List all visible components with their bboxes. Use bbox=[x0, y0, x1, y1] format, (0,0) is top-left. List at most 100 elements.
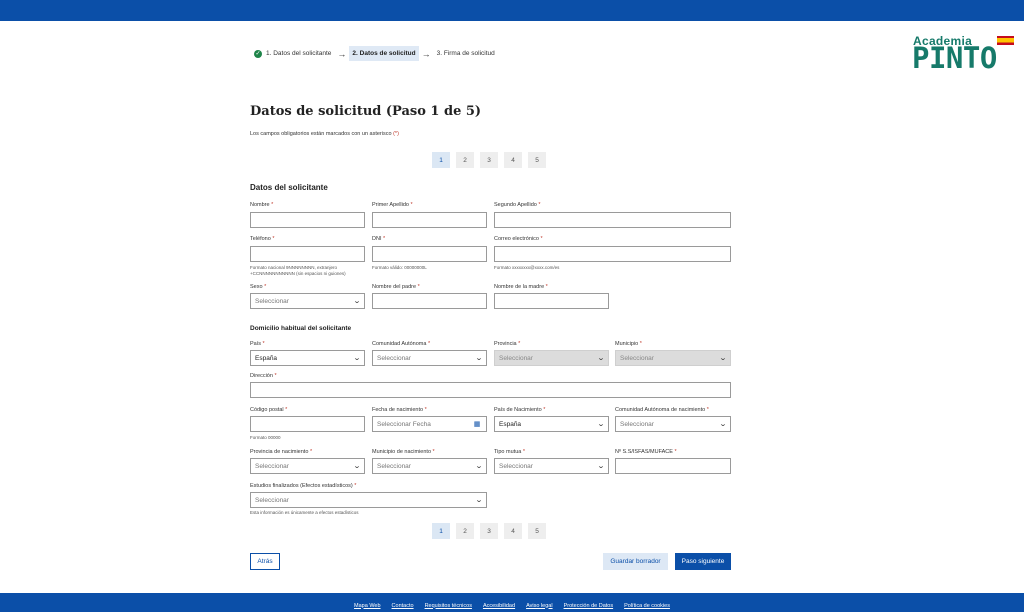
pais-nacimiento-select[interactable]: España ⌄ bbox=[494, 416, 609, 432]
chevron-down-icon: ⌄ bbox=[474, 355, 484, 362]
tipo-mutua-select[interactable]: Seleccionar ⌄ bbox=[494, 458, 609, 474]
municipio-nacimiento-label: Municipio de nacimiento * bbox=[372, 449, 435, 455]
pais-select-value: España bbox=[255, 354, 278, 362]
pager-page-1[interactable]: 1 bbox=[432, 152, 450, 168]
correo-input[interactable] bbox=[494, 246, 731, 262]
pager-page-2[interactable]: 2 bbox=[456, 152, 474, 168]
comunidad-select-value: Seleccionar bbox=[377, 354, 411, 362]
step-1[interactable]: ✓ 1. Datos del solicitante bbox=[251, 46, 334, 61]
ss-input[interactable] bbox=[615, 458, 731, 474]
footer-link-requisitos[interactable]: Requisitos técnicos bbox=[425, 603, 472, 609]
footer-link-cookies[interactable]: Política de cookies bbox=[624, 603, 670, 609]
segundo-apellido-label-text: Segundo Apellido bbox=[494, 202, 537, 208]
footer-link-proteccion-datos[interactable]: Protección de Datos bbox=[564, 603, 614, 609]
nombre-madre-input[interactable] bbox=[494, 293, 609, 309]
segundo-apellido-input[interactable] bbox=[494, 212, 731, 228]
primer-apellido-label: Primer Apellido * bbox=[372, 202, 413, 208]
pager-page-4[interactable]: 4 bbox=[504, 152, 522, 168]
pais-label: País * bbox=[250, 341, 265, 347]
provincia-select-value: Seleccionar bbox=[499, 354, 533, 362]
nombre-padre-input[interactable] bbox=[372, 293, 487, 309]
arrow-right-icon: → bbox=[421, 48, 431, 59]
comunidad-select[interactable]: Seleccionar ⌄ bbox=[372, 350, 487, 366]
sexo-select[interactable]: Seleccionar ⌄ bbox=[250, 293, 365, 309]
calendar-icon[interactable]: ▦ bbox=[472, 419, 482, 429]
required-mark: (*) bbox=[393, 131, 399, 137]
dni-input[interactable] bbox=[372, 246, 487, 262]
pager-page-3[interactable]: 3 bbox=[480, 523, 498, 539]
nombre-label: Nombre * bbox=[250, 202, 273, 208]
provincia-nacimiento-value: Seleccionar bbox=[255, 462, 289, 470]
top-bar bbox=[0, 0, 1024, 21]
ss-label: Nº S.S/ISFAS/MUFACE * bbox=[615, 449, 677, 455]
pais-nacimiento-label-text: País de Nacimiento bbox=[494, 407, 542, 413]
nombre-padre-label-text: Nombre del padre bbox=[372, 284, 417, 290]
codigo-postal-label-text: Código postal bbox=[250, 407, 284, 413]
required-asterisk: * bbox=[639, 341, 642, 347]
next-step-button[interactable]: Paso siguiente bbox=[675, 553, 731, 570]
chevron-down-icon: ⌄ bbox=[596, 355, 606, 362]
chevron-down-icon: ⌄ bbox=[352, 355, 362, 362]
footer-link-aviso-legal[interactable]: Aviso legal bbox=[526, 603, 553, 609]
section-title-applicant: Datos del solicitante bbox=[250, 183, 328, 192]
primer-apellido-input[interactable] bbox=[372, 212, 487, 228]
estudios-value: Seleccionar bbox=[255, 496, 289, 504]
provincia-nacimiento-select[interactable]: Seleccionar ⌄ bbox=[250, 458, 365, 474]
footer: Mapa Web Contacto Requisitos técnicos Ac… bbox=[0, 593, 1024, 612]
save-draft-button[interactable]: Guardar borrador bbox=[603, 553, 668, 570]
pager-page-5[interactable]: 5 bbox=[528, 523, 546, 539]
pager-page-3[interactable]: 3 bbox=[480, 152, 498, 168]
spain-flag-icon bbox=[997, 36, 1014, 45]
back-button[interactable]: Atrás bbox=[250, 553, 280, 570]
fecha-nacimiento-label: Fecha de nacimiento * bbox=[372, 407, 427, 413]
codigo-postal-help: Formato 00000 bbox=[250, 435, 281, 440]
direccion-label: Dirección * bbox=[250, 373, 277, 379]
footer-link-mapa-web[interactable]: Mapa Web bbox=[354, 603, 381, 609]
logo-text-pinto: PINTO bbox=[912, 41, 997, 75]
comunidad-label: Comunidad Autónoma * bbox=[372, 341, 430, 347]
section-title-domicilio: Domicilio habitual del solicitante bbox=[250, 325, 352, 332]
required-asterisk: * bbox=[264, 284, 267, 290]
telefono-input[interactable] bbox=[250, 246, 365, 262]
comunidad-nacimiento-value: Seleccionar bbox=[620, 420, 654, 428]
direccion-input[interactable] bbox=[250, 382, 731, 398]
provincia-label: Provincia * bbox=[494, 341, 520, 347]
step-3[interactable]: 3. Firma de solicitud bbox=[434, 46, 498, 61]
check-icon: ✓ bbox=[254, 49, 262, 58]
required-asterisk: * bbox=[271, 202, 274, 208]
footer-link-contacto[interactable]: Contacto bbox=[392, 603, 414, 609]
pager-page-1[interactable]: 1 bbox=[432, 523, 450, 539]
pais-nacimiento-value: España bbox=[499, 420, 522, 428]
municipio-label: Municipio * bbox=[615, 341, 642, 347]
pager-page-4[interactable]: 4 bbox=[504, 523, 522, 539]
pager-page-2[interactable]: 2 bbox=[456, 523, 474, 539]
comunidad-nacimiento-select[interactable]: Seleccionar ⌄ bbox=[615, 416, 731, 432]
step-2[interactable]: 2. Datos de solicitud bbox=[349, 46, 419, 61]
required-asterisk: * bbox=[417, 284, 420, 290]
academia-pinto-logo: Academia PINTO bbox=[912, 34, 1016, 74]
municipio-label-text: Municipio bbox=[615, 341, 639, 347]
required-asterisk: * bbox=[272, 236, 275, 242]
required-asterisk: * bbox=[354, 483, 357, 489]
nombre-input[interactable] bbox=[250, 212, 365, 228]
codigo-postal-input[interactable] bbox=[250, 416, 365, 432]
fecha-nacimiento-input[interactable]: Seleccionar Fecha ▦ bbox=[372, 416, 487, 432]
provincia-nacimiento-label-text: Provincia de nacimiento bbox=[250, 449, 309, 455]
pais-select[interactable]: España ⌄ bbox=[250, 350, 365, 366]
required-asterisk: * bbox=[674, 449, 677, 455]
required-asterisk: * bbox=[545, 284, 548, 290]
footer-link-accesibilidad[interactable]: Accesibilidad bbox=[483, 603, 515, 609]
municipio-select-value: Seleccionar bbox=[620, 354, 654, 362]
required-asterisk: * bbox=[410, 202, 413, 208]
municipio-nacimiento-select[interactable]: Seleccionar ⌄ bbox=[372, 458, 487, 474]
municipio-nacimiento-value: Seleccionar bbox=[377, 462, 411, 470]
provincia-select: Seleccionar ⌄ bbox=[494, 350, 609, 366]
pager-page-5[interactable]: 5 bbox=[528, 152, 546, 168]
estudios-select[interactable]: Seleccionar ⌄ bbox=[250, 492, 487, 508]
required-asterisk: * bbox=[518, 341, 521, 347]
dni-label: DNI * bbox=[372, 236, 385, 242]
nombre-label-text: Nombre bbox=[250, 202, 270, 208]
required-asterisk: * bbox=[383, 236, 386, 242]
step-3-label: 3. Firma de solicitud bbox=[436, 50, 495, 57]
estudios-help: Esta información es únicamente a efectos… bbox=[250, 510, 359, 515]
